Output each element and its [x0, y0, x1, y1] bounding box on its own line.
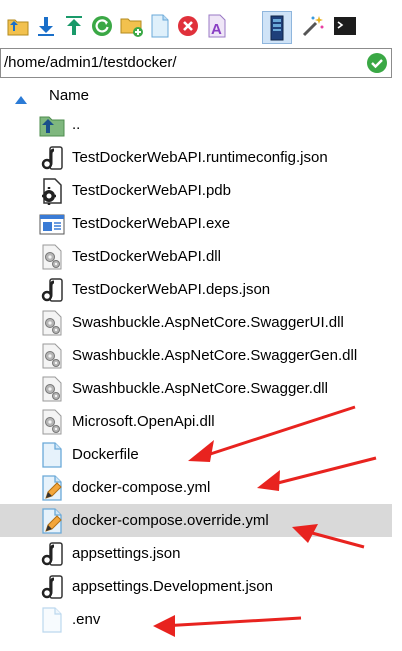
- file-name: TestDockerWebAPI.dll: [72, 248, 221, 265]
- file-row[interactable]: Dockerfile: [0, 438, 392, 471]
- empty-file-icon: [38, 606, 66, 634]
- name-column-label[interactable]: Name: [49, 87, 89, 104]
- file-name: TestDockerWebAPI.exe: [72, 215, 231, 232]
- json-file-icon: [38, 276, 66, 304]
- toolbar: A: [0, 0, 402, 48]
- file-name: Microsoft.OpenApi.dll: [72, 413, 215, 430]
- new-file-icon[interactable]: [148, 14, 172, 38]
- file-row[interactable]: ..: [0, 108, 392, 141]
- file-name: Swashbuckle.AspNetCore.Swagger.dll: [72, 380, 328, 397]
- file-row[interactable]: .env: [0, 603, 392, 636]
- dll-file-icon: [38, 375, 66, 403]
- magic-wand-icon[interactable]: [301, 14, 325, 38]
- exe-file-icon: [38, 210, 66, 238]
- json-file-icon: [38, 540, 66, 568]
- text-edit-file-icon: [38, 507, 66, 535]
- terminal-icon[interactable]: [333, 14, 357, 38]
- rename-icon[interactable]: A: [205, 14, 229, 38]
- path-bar[interactable]: /home/admin1/testdocker/: [0, 48, 392, 78]
- dll-file-icon: [38, 342, 66, 370]
- file-row[interactable]: TestDockerWebAPI.pdb: [0, 174, 392, 207]
- new-folder-icon[interactable]: [120, 14, 144, 38]
- file-name: TestDockerWebAPI.deps.json: [72, 281, 271, 298]
- file-row[interactable]: Swashbuckle.AspNetCore.Swagger.dll: [0, 372, 392, 405]
- file-name: .env: [72, 611, 101, 628]
- delete-icon[interactable]: [176, 14, 200, 38]
- file-row[interactable]: TestDockerWebAPI.runtimeconfig.json: [0, 141, 392, 174]
- file-list: .. TestDockerWebAPI.runtimeconfig.json Tes…: [0, 108, 392, 636]
- download-icon[interactable]: [34, 14, 58, 38]
- file-row[interactable]: TestDockerWebAPI.deps.json: [0, 273, 392, 306]
- file-row[interactable]: Swashbuckle.AspNetCore.SwaggerGen.dll: [0, 339, 392, 372]
- refresh-icon[interactable]: [90, 14, 114, 38]
- file-row[interactable]: docker-compose.override.yml: [0, 504, 392, 537]
- file-name: appsettings.Development.json: [72, 578, 273, 595]
- column-header[interactable]: Name: [0, 82, 392, 110]
- dll-file-icon: [38, 408, 66, 436]
- file-row[interactable]: TestDockerWebAPI.dll: [0, 240, 392, 273]
- file-row[interactable]: Microsoft.OpenApi.dll: [0, 405, 392, 438]
- pdb-file-icon: [38, 177, 66, 205]
- file-row[interactable]: TestDockerWebAPI.exe: [0, 207, 392, 240]
- checkmark-icon[interactable]: [367, 53, 387, 78]
- file-name: Dockerfile: [72, 446, 139, 463]
- sort-ascending-icon[interactable]: [15, 91, 27, 109]
- file-name: Swashbuckle.AspNetCore.SwaggerUI.dll: [72, 314, 344, 331]
- file-name: docker-compose.yml: [72, 479, 211, 496]
- upload-icon[interactable]: [62, 14, 86, 38]
- blank-file-icon: [38, 441, 66, 469]
- svg-text:A: A: [211, 21, 222, 38]
- file-name: Swashbuckle.AspNetCore.SwaggerGen.dll: [72, 347, 358, 364]
- file-name: appsettings.json: [72, 545, 181, 562]
- properties-icon[interactable]: [262, 11, 292, 44]
- parent-dir-icon: [38, 111, 66, 139]
- file-row[interactable]: appsettings.json: [0, 537, 392, 570]
- json-file-icon: [38, 144, 66, 172]
- json-file-icon: [38, 573, 66, 601]
- dll-file-icon: [38, 243, 66, 271]
- dll-file-icon: [38, 309, 66, 337]
- file-name: TestDockerWebAPI.pdb: [72, 182, 231, 199]
- file-name: TestDockerWebAPI.runtimeconfig.json: [72, 149, 328, 166]
- file-name: docker-compose.override.yml: [72, 512, 269, 529]
- text-edit-file-icon: [38, 474, 66, 502]
- file-name: ..: [72, 116, 81, 133]
- file-row[interactable]: docker-compose.yml: [0, 471, 392, 504]
- file-row[interactable]: Swashbuckle.AspNetCore.SwaggerUI.dll: [0, 306, 392, 339]
- parent-folder-icon[interactable]: [6, 14, 30, 38]
- path-input[interactable]: /home/admin1/testdocker/: [4, 54, 177, 71]
- file-row[interactable]: appsettings.Development.json: [0, 570, 392, 603]
